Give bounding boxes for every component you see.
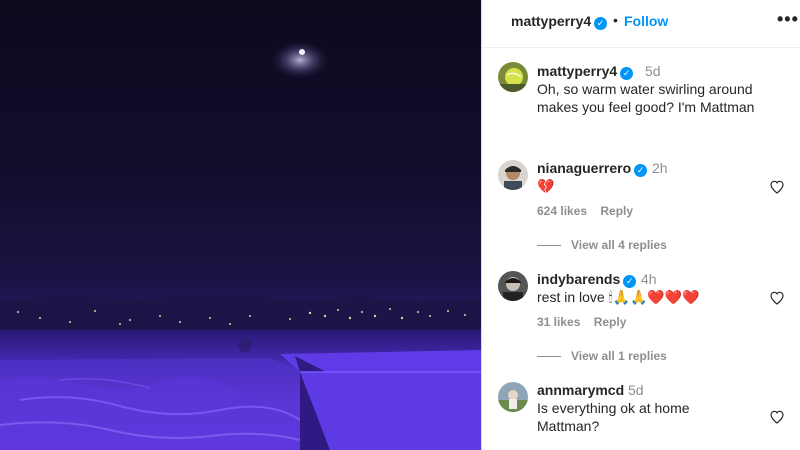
reply-button[interactable]: Reply [600,204,633,218]
comment-username[interactable]: indybarends ✓ [537,271,637,288]
caption-username[interactable]: mattyperry4 ✓ [537,63,634,80]
caption-text: Oh, so warm water swirling around makes … [537,80,754,116]
comment-avatar-image [498,271,528,301]
avatar[interactable] [498,160,528,190]
comment-meta: 31 likes Reply [537,315,626,329]
comment-text: Is everything ok at home Mattman? [537,399,690,435]
comment-meta: 624 likes Reply [537,204,633,218]
avatar[interactable] [498,382,528,412]
comment-time[interactable]: 5d [628,382,644,398]
comment-avatar-image [498,382,528,412]
moon-glow [270,40,330,80]
view-replies-button[interactable]: View all 4 replies [537,238,667,252]
comment-username[interactable]: nianaguerrero ✓ [537,160,648,177]
replies-line [537,245,561,247]
likes-count[interactable]: 624 likes [537,204,587,218]
heart-icon[interactable] [769,409,785,425]
verified-badge-icon: ✓ [620,67,634,80]
night-pool-scene [0,40,481,450]
post-author-username[interactable]: mattyperry4 ✓ [511,13,608,30]
verified-badge-icon: ✓ [594,17,608,30]
comment-line: Is everything ok at home [537,400,690,416]
post-header: mattyperry4 ✓ • Follow ••• [482,0,800,48]
verified-badge-icon: ✓ [634,164,648,177]
moon [299,49,305,55]
post-photo[interactable] [0,0,481,450]
comment-time[interactable]: 4h [641,271,657,287]
replies-line [537,356,561,358]
caption-time[interactable]: 5d [645,63,661,79]
heart-icon[interactable] [769,290,785,306]
separator-dot: • [613,12,618,28]
comments-panel: mattyperry4 ✓ • Follow ••• mattyperry4 ✓ 5… [482,0,800,450]
comment-text: rest in love 🕯🙏🙏❤️❤️❤️ [537,289,700,305]
view-replies-label: View all 1 replies [571,349,667,363]
view-replies-label: View all 4 replies [571,238,667,252]
likes-count[interactable]: 31 likes [537,315,580,329]
more-options-icon[interactable]: ••• [777,9,799,30]
caption-line: Oh, so warm water swirling around [537,81,753,97]
caption-line: makes you feel good? I'm Mattman [537,99,755,115]
avatar[interactable] [498,271,528,301]
follow-button[interactable]: Follow [624,13,668,29]
reply-button[interactable]: Reply [594,315,627,329]
view-replies-button[interactable]: View all 1 replies [537,349,667,363]
caption-avatar-image [498,62,528,92]
comment-username[interactable]: annmarymcd [537,382,624,398]
heart-icon[interactable] [769,179,785,195]
comment-avatar-image [498,160,528,190]
comment-line: Mattman? [537,418,600,434]
comment-text: 💔 [537,178,555,194]
avatar[interactable] [498,62,528,92]
comment-time[interactable]: 2h [652,160,668,176]
verified-badge-icon: ✓ [623,275,637,288]
